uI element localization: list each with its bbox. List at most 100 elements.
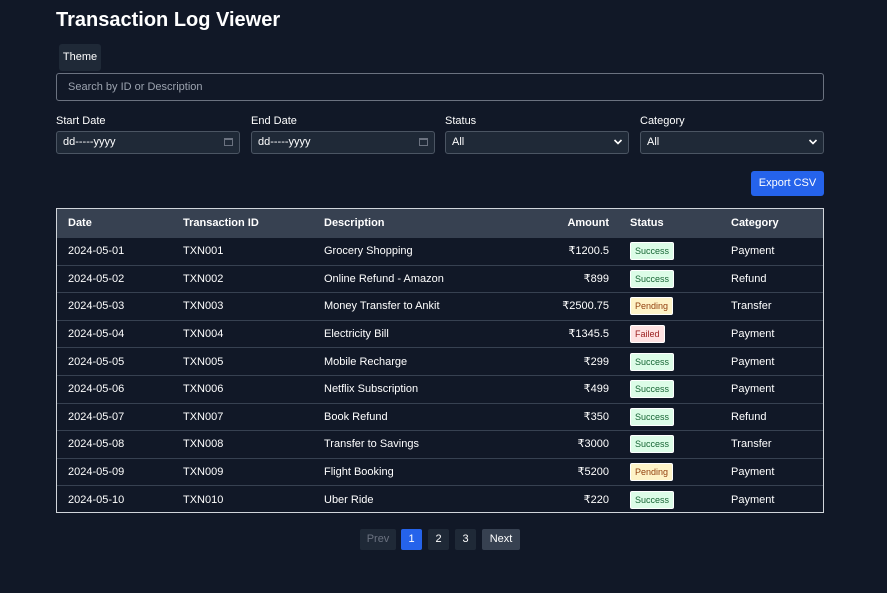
theme-toggle-button[interactable]: Theme [59, 44, 101, 71]
cell-transaction-id: TXN005 [183, 355, 224, 368]
cell-date: 2024-05-05 [68, 355, 125, 368]
cell-transaction-id: TXN006 [183, 383, 224, 396]
status-badge: Pending [630, 463, 674, 482]
end-date-field[interactable]: dd-----yyyy [251, 131, 435, 154]
table-row[interactable]: 2024-05-06 TXN006 Netflix Subscription ₹499… [57, 375, 823, 403]
column-header-amount[interactable]: Amount [567, 216, 609, 230]
search-placeholder: Search by ID or Description [68, 81, 203, 93]
cell-description: Online Refund - Amazon [324, 272, 444, 285]
column-header-description[interactable]: Description [324, 216, 385, 230]
cell-category: Payment [731, 493, 775, 506]
status-filter-label: Status [445, 115, 477, 127]
table-row[interactable]: 2024-05-02 TXN002 Online Refund - Amazon ₹8… [57, 264, 823, 293]
column-header-date[interactable]: Date [68, 216, 92, 230]
cell-description: Flight Booking [324, 466, 394, 479]
chevron-down-icon [613, 139, 623, 145]
table-row[interactable]: 2024-05-05 TXN005 Mobile Recharge ₹299 Succe… [57, 347, 823, 375]
status-badge: Failed [630, 325, 665, 344]
end-date-label: End Date [251, 115, 297, 127]
cell-status: Pending [630, 463, 674, 482]
status-badge: Success [630, 352, 675, 371]
cell-status: Success [630, 380, 675, 399]
cell-status: Success [630, 490, 675, 509]
status-badge: Pending [630, 297, 674, 316]
cell-status: Success [630, 269, 675, 288]
cell-date: 2024-05-03 [68, 300, 125, 313]
chevron-down-icon [808, 139, 818, 145]
cell-description: Book Refund [324, 410, 388, 423]
export-csv-button[interactable]: Export CSV [751, 171, 824, 196]
page-button-1[interactable]: 1 [401, 529, 422, 550]
cell-amount: ₹350 [583, 410, 609, 423]
cell-transaction-id: TXN010 [183, 493, 224, 506]
table-header: Date Transaction ID Description Amount S… [57, 209, 823, 237]
cell-description: Transfer to Savings [324, 438, 419, 451]
table-row[interactable]: 2024-05-08 TXN008 Transfer to Savings ₹3000… [57, 430, 823, 458]
status-badge: Success [630, 490, 675, 509]
cell-description: Money Transfer to Ankit [324, 300, 440, 313]
cell-transaction-id: TXN001 [183, 245, 224, 258]
prev-page-button[interactable]: Prev [360, 529, 396, 550]
cell-description: Netflix Subscription [324, 383, 419, 396]
search-input[interactable]: Search by ID or Description [56, 73, 824, 101]
start-date-field[interactable]: dd-----yyyy [56, 131, 240, 154]
cell-date: 2024-05-09 [68, 466, 125, 479]
column-header-id[interactable]: Transaction ID [183, 216, 259, 230]
cell-date: 2024-05-04 [68, 328, 125, 341]
status-badge: Success [630, 269, 675, 288]
cell-status: Failed [630, 325, 665, 344]
cell-amount: ₹299 [583, 355, 609, 368]
status-badge: Success [630, 435, 675, 454]
table-row[interactable]: 2024-05-10 TXN010 Uber Ride ₹220 Success Paym… [57, 485, 823, 513]
column-header-category[interactable]: Category [731, 216, 779, 230]
cell-description: Electricity Bill [324, 328, 389, 341]
cell-description: Grocery Shopping [324, 245, 413, 258]
cell-category: Payment [731, 383, 775, 396]
cell-category: Transfer [731, 300, 772, 313]
cell-date: 2024-05-07 [68, 410, 125, 423]
cell-category: Refund [731, 272, 767, 285]
cell-transaction-id: TXN002 [183, 272, 224, 285]
calendar-icon[interactable] [224, 138, 233, 146]
table-row[interactable]: 2024-05-03 TXN003 Money Transfer to Ankit ₹… [57, 292, 823, 320]
table-row[interactable]: 2024-05-09 TXN009 Flight Booking ₹5200 Pendi… [57, 457, 823, 486]
cell-transaction-id: TXN003 [183, 300, 224, 313]
cell-transaction-id: TXN004 [183, 328, 224, 341]
cell-transaction-id: TXN007 [183, 410, 224, 423]
page-title: Transaction Log Viewer [56, 9, 281, 31]
cell-status: Success [630, 242, 675, 261]
end-date-value: dd-----yyyy [258, 136, 311, 148]
start-date-value: dd-----yyyy [63, 136, 116, 148]
cell-date: 2024-05-08 [68, 438, 125, 451]
status-select[interactable]: All [445, 131, 629, 154]
table-row[interactable]: 2024-05-07 TXN007 Book Refund ₹350 Success Re… [57, 402, 823, 431]
table-row[interactable]: 2024-05-01 TXN001 Grocery Shopping ₹1200.5 S… [57, 237, 823, 265]
column-header-status[interactable]: Status [630, 216, 664, 230]
cell-category: Payment [731, 466, 775, 479]
page-button-3[interactable]: 3 [455, 529, 476, 550]
table-row[interactable]: 2024-05-04 TXN004 Electricity Bill ₹1345.5 F… [57, 319, 823, 348]
cell-amount: ₹5200 [577, 466, 609, 479]
cell-date: 2024-05-01 [68, 245, 125, 258]
cell-category: Payment [731, 328, 775, 341]
status-badge: Success [630, 242, 675, 261]
cell-amount: ₹1200.5 [568, 245, 609, 258]
cell-date: 2024-05-10 [68, 493, 125, 506]
calendar-icon[interactable] [419, 138, 428, 146]
cell-status: Success [630, 407, 675, 426]
category-select[interactable]: All [640, 131, 824, 154]
page-button-2[interactable]: 2 [428, 529, 449, 550]
cell-category: Refund [731, 410, 767, 423]
status-badge: Success [630, 380, 675, 399]
cell-category: Payment [731, 245, 775, 258]
cell-transaction-id: TXN009 [183, 466, 224, 479]
cell-category: Payment [731, 355, 775, 368]
category-filter-label: Category [640, 115, 685, 127]
next-page-button[interactable]: Next [482, 529, 520, 550]
status-select-value: All [452, 136, 465, 148]
cell-amount: ₹899 [583, 272, 609, 285]
cell-amount: ₹3000 [577, 438, 609, 451]
cell-status: Pending [630, 297, 674, 316]
transaction-log-page: Transaction Log Viewer Theme Search by I… [0, 0, 887, 593]
cell-amount: ₹499 [583, 383, 609, 396]
